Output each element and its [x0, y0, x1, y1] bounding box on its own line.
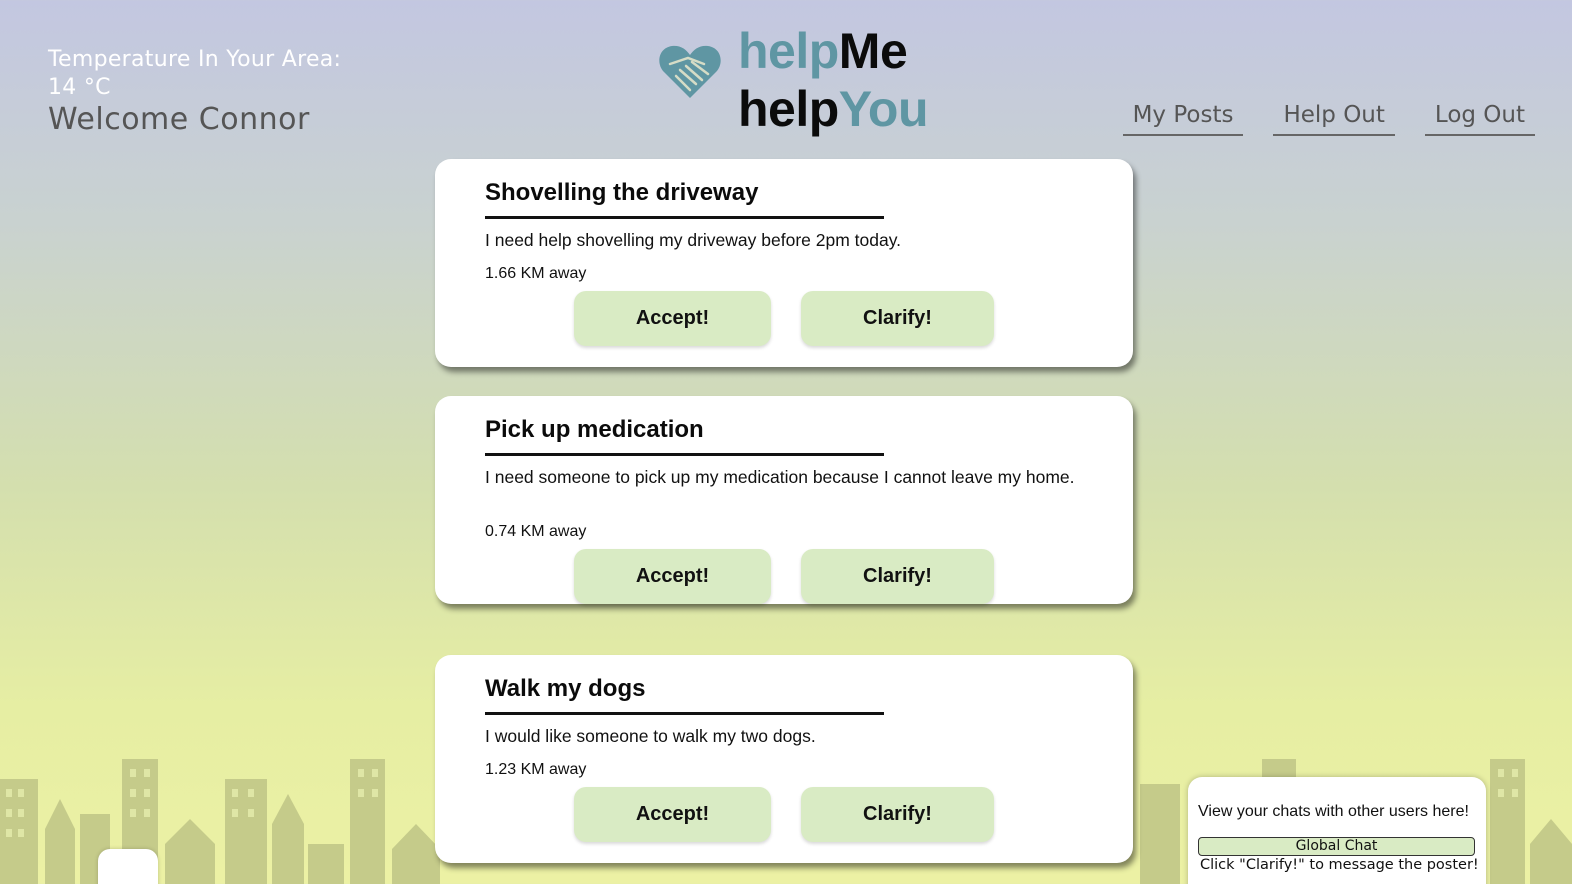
global-chat-button[interactable]: Global Chat	[1198, 837, 1475, 856]
accept-button[interactable]: Accept!	[574, 787, 771, 842]
nav-log-out[interactable]: Log Out	[1424, 102, 1535, 136]
post-card: Walk my dogs I would like someone to wal…	[435, 655, 1133, 863]
clarify-button[interactable]: Clarify!	[801, 291, 994, 346]
post-description: I need help shovelling my driveway befor…	[485, 230, 902, 250]
heart-handshake-icon	[659, 45, 721, 98]
post-description: I need someone to pick up my medication …	[485, 467, 1075, 487]
title-divider	[485, 216, 884, 219]
app-logo[interactable]: helpMe helpYou	[658, 22, 958, 137]
main-nav: My Posts Help Out Log Out	[1122, 102, 1535, 136]
welcome-message: Welcome Connor	[48, 102, 310, 137]
nav-help-out[interactable]: Help Out	[1273, 102, 1395, 136]
temperature-widget: Temperature In Your Area: 14 °C	[48, 46, 341, 102]
accept-button[interactable]: Accept!	[574, 291, 771, 346]
title-divider	[485, 453, 884, 456]
temperature-label: Temperature In Your Area:	[48, 47, 342, 72]
temperature-value: 14 °C	[48, 75, 111, 100]
post-title: Pick up medication	[485, 416, 704, 443]
chat-hint: Click "Clarify!" to message the poster!	[1200, 857, 1479, 873]
accept-button[interactable]: Accept!	[574, 549, 771, 604]
nav-my-posts[interactable]: My Posts	[1122, 102, 1244, 136]
post-title: Walk my dogs	[485, 675, 646, 702]
chat-panel: View your chats with other users here! G…	[1188, 777, 1486, 884]
post-title: Shovelling the driveway	[485, 179, 759, 206]
logo-line-one: helpMe	[738, 23, 908, 79]
chat-intro: View your chats with other users here!	[1198, 803, 1469, 820]
post-description: I would like someone to walk my two dogs…	[485, 726, 816, 746]
post-distance: 1.66 KM away	[485, 265, 587, 282]
clarify-button[interactable]: Clarify!	[801, 787, 994, 842]
clarify-button[interactable]: Clarify!	[801, 549, 994, 604]
post-distance: 1.23 KM away	[485, 761, 587, 778]
post-card: Shovelling the driveway I need help shov…	[435, 159, 1133, 367]
post-card: Pick up medication I need someone to pic…	[435, 396, 1133, 604]
title-divider	[485, 712, 884, 715]
collapsed-panel-tab[interactable]	[98, 849, 158, 884]
logo-line-two: helpYou	[738, 81, 929, 137]
post-distance: 0.74 KM away	[485, 523, 587, 540]
